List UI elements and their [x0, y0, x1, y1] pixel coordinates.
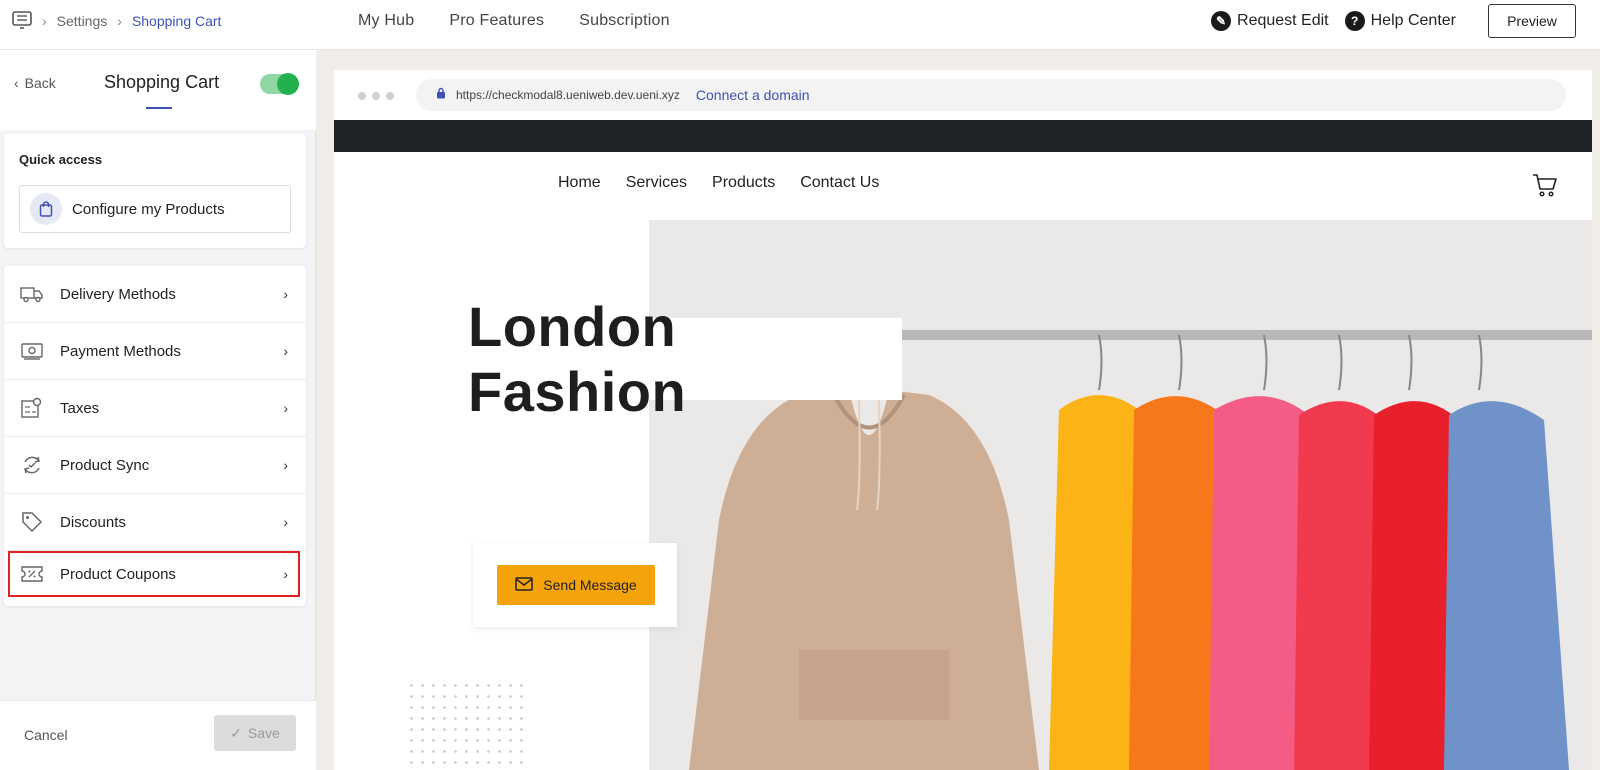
top-nav: My Hub Pro Features Subscription — [358, 0, 670, 42]
menu-item-label: Delivery Methods — [60, 285, 176, 303]
configure-products-label: Configure my Products — [72, 200, 225, 218]
top-right-actions: ✎ Request Edit ? Help Center Preview — [1211, 0, 1600, 42]
shopping-cart-toggle[interactable] — [260, 73, 299, 95]
menu-item-product-coupons[interactable]: Product Coupons › — [8, 551, 300, 597]
chevron-right-icon: › — [283, 286, 288, 302]
menu-item-label: Product Sync — [60, 456, 150, 474]
sync-icon — [20, 453, 44, 477]
title-underline — [146, 107, 172, 109]
toggle-knob — [277, 73, 299, 95]
tax-icon — [20, 396, 44, 420]
cart-icon[interactable] — [1532, 172, 1558, 203]
breadcrumb-settings[interactable]: Settings — [57, 13, 108, 29]
top-bar: › Settings › Shopping Cart My Hub Pro Fe… — [0, 0, 1600, 50]
breadcrumb: › Settings › Shopping Cart — [12, 0, 221, 42]
pencil-icon: ✎ — [1211, 11, 1232, 31]
request-edit-label: Request Edit — [1237, 12, 1329, 29]
quick-access-title: Quick access — [19, 152, 103, 167]
menu-item-label: Payment Methods — [60, 342, 181, 360]
request-edit-button[interactable]: ✎ Request Edit — [1211, 11, 1329, 31]
window-dots — [358, 92, 394, 100]
help-center-button[interactable]: ? Help Center — [1344, 11, 1456, 31]
menu-item-delivery-methods[interactable]: Delivery Methods › — [4, 266, 306, 323]
menu-item-label: Discounts — [60, 513, 126, 531]
site-nav-services[interactable]: Services — [626, 174, 687, 192]
save-button[interactable]: ✓ Save — [214, 715, 296, 751]
site-top-bar — [334, 120, 1592, 152]
tag-icon — [20, 510, 44, 534]
site-navigation: Home Services Products Contact Us — [334, 152, 1592, 220]
menu-item-label: Taxes — [60, 399, 100, 417]
menu-icon[interactable] — [12, 10, 32, 32]
connect-domain-link[interactable]: Connect a domain — [696, 87, 810, 103]
site-preview: https://checkmodal8.ueniweb.dev.ueni.xyz… — [334, 70, 1592, 770]
sidebar-header: ‹ Back Shopping Cart — [0, 50, 316, 130]
send-message-button[interactable]: Send Message — [497, 565, 655, 605]
hero-title: London Fashion — [468, 295, 902, 423]
menu-item-label: Product Coupons — [60, 565, 176, 583]
chevron-right-icon: › — [283, 457, 288, 473]
menu-item-product-sync[interactable]: Product Sync › — [4, 437, 306, 494]
cancel-button[interactable]: Cancel — [24, 727, 68, 743]
chevron-right-icon: › — [283, 514, 288, 530]
coupon-icon — [20, 562, 44, 586]
site-nav-home[interactable]: Home — [558, 174, 601, 192]
check-icon: ✓ — [230, 724, 242, 741]
sidebar: ‹ Back Shopping Cart Quick access Config… — [0, 50, 316, 770]
back-button[interactable]: ‹ Back — [14, 75, 56, 91]
url-bar: https://checkmodal8.ueniweb.dev.ueni.xyz… — [416, 79, 1566, 111]
payment-icon — [20, 339, 44, 363]
truck-icon — [20, 282, 44, 306]
lock-icon — [436, 86, 446, 104]
nav-pro-features[interactable]: Pro Features — [449, 12, 544, 30]
url-text: https://checkmodal8.ueniweb.dev.ueni.xyz — [456, 88, 680, 102]
sidebar-title: Shopping Cart — [104, 72, 220, 92]
chevron-right-icon: › — [42, 13, 47, 29]
menu-item-taxes[interactable]: Taxes › — [4, 380, 306, 437]
decorative-dot-grid — [406, 680, 526, 770]
site-nav-contact[interactable]: Contact Us — [800, 174, 879, 192]
mail-icon — [515, 576, 534, 594]
help-icon: ? — [1344, 11, 1365, 31]
chevron-right-icon: › — [283, 400, 288, 416]
help-center-label: Help Center — [1370, 12, 1456, 29]
chevron-left-icon: ‹ — [14, 75, 19, 91]
settings-menu: Delivery Methods › Payment Methods › Tax… — [4, 266, 306, 606]
site-nav-products[interactable]: Products — [712, 174, 775, 192]
send-message-label: Send Message — [543, 577, 637, 593]
configure-products-button[interactable]: Configure my Products — [19, 185, 291, 233]
message-card: Send Message — [473, 543, 677, 627]
chevron-right-icon: › — [283, 343, 288, 359]
save-label: Save — [247, 725, 280, 741]
quick-access-card: Quick access Configure my Products — [4, 134, 306, 248]
breadcrumb-current: Shopping Cart — [131, 13, 222, 29]
nav-subscription[interactable]: Subscription — [579, 12, 669, 30]
back-label: Back — [24, 75, 56, 91]
nav-my-hub[interactable]: My Hub — [358, 12, 414, 30]
preview-button[interactable]: Preview — [1488, 4, 1576, 38]
chevron-right-icon: › — [283, 566, 288, 582]
shopping-bag-icon — [30, 193, 62, 225]
menu-item-payment-methods[interactable]: Payment Methods › — [4, 323, 306, 380]
menu-item-discounts[interactable]: Discounts › — [4, 494, 306, 551]
browser-chrome: https://checkmodal8.ueniweb.dev.ueni.xyz… — [334, 70, 1592, 120]
chevron-right-icon: › — [117, 13, 122, 29]
sidebar-footer: Cancel ✓ Save — [0, 700, 316, 770]
